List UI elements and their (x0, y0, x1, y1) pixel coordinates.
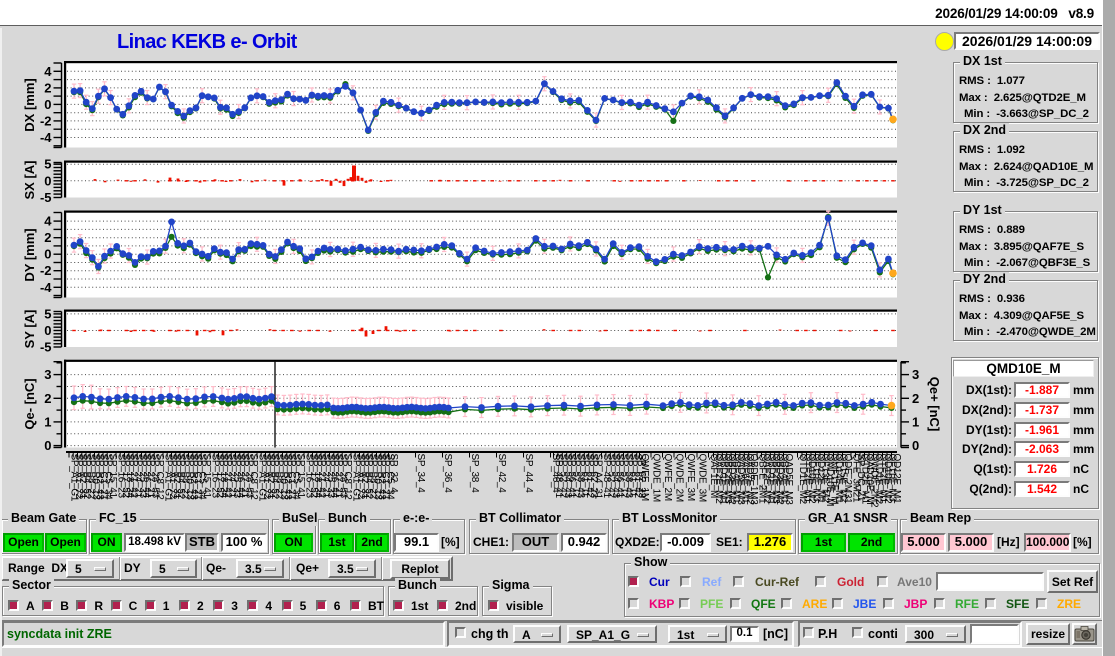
svg-text:-4: -4 (40, 280, 52, 295)
svg-text:QWDE_3M: QWDE_3M (697, 454, 708, 502)
svg-text:3: 3 (44, 367, 51, 382)
svg-text:4: 4 (44, 64, 52, 79)
svg-text:2: 2 (44, 230, 51, 245)
svg-text:SP_38_4: SP_38_4 (469, 454, 480, 494)
svg-text:-5: -5 (40, 340, 52, 355)
svg-text:3: 3 (912, 367, 919, 382)
svg-text:QWFE_3M: QWFE_3M (685, 454, 696, 501)
svg-text:QWDE_2M: QWDE_2M (674, 454, 685, 502)
svg-text:DX [mm]: DX [mm] (22, 78, 37, 131)
svg-text:5: 5 (44, 157, 51, 172)
svg-text:0: 0 (912, 438, 919, 453)
svg-text:SP_42_4: SP_42_4 (496, 454, 507, 494)
svg-text:2: 2 (912, 391, 919, 406)
svg-text:1: 1 (44, 414, 51, 429)
svg-text:SX [A]: SX [A] (22, 161, 37, 200)
svg-text:SP_34_4: SP_34_4 (415, 454, 426, 494)
svg-text:QAD5E_M3: QAD5E_M3 (783, 454, 794, 506)
svg-text:0: 0 (44, 323, 51, 338)
svg-text:0: 0 (44, 438, 51, 453)
svg-text:DY [mm]: DY [mm] (22, 228, 37, 281)
svg-text:QD12E_M1: QD12E_M1 (891, 454, 902, 505)
svg-text:QWFE_1M: QWFE_1M (639, 454, 650, 501)
svg-text:-4: -4 (40, 130, 52, 145)
svg-text:2: 2 (44, 80, 51, 95)
svg-text:5: 5 (44, 306, 51, 321)
svg-text:SP_36_4: SP_36_4 (442, 454, 453, 494)
svg-text:Qe- [nC]: Qe- [nC] (22, 378, 37, 429)
svg-text:QWFE_2M: QWFE_2M (662, 454, 673, 501)
svg-text:0: 0 (44, 247, 51, 262)
svg-text:-5: -5 (40, 190, 52, 205)
svg-text:-2: -2 (40, 263, 52, 278)
svg-text:SP_32_4: SP_32_4 (388, 454, 399, 494)
svg-text:-2: -2 (40, 113, 52, 128)
svg-text:4: 4 (44, 214, 52, 229)
svg-text:SP_44_4: SP_44_4 (523, 454, 534, 494)
svg-text:0: 0 (44, 173, 51, 188)
svg-text:SY [A]: SY [A] (22, 310, 37, 349)
svg-text:Qe+ [nC]: Qe+ [nC] (927, 377, 942, 432)
svg-text:0: 0 (44, 97, 51, 112)
svg-text:1: 1 (912, 414, 919, 429)
svg-text:2: 2 (44, 391, 51, 406)
svg-text:QWDE_1M: QWDE_1M (651, 454, 662, 502)
